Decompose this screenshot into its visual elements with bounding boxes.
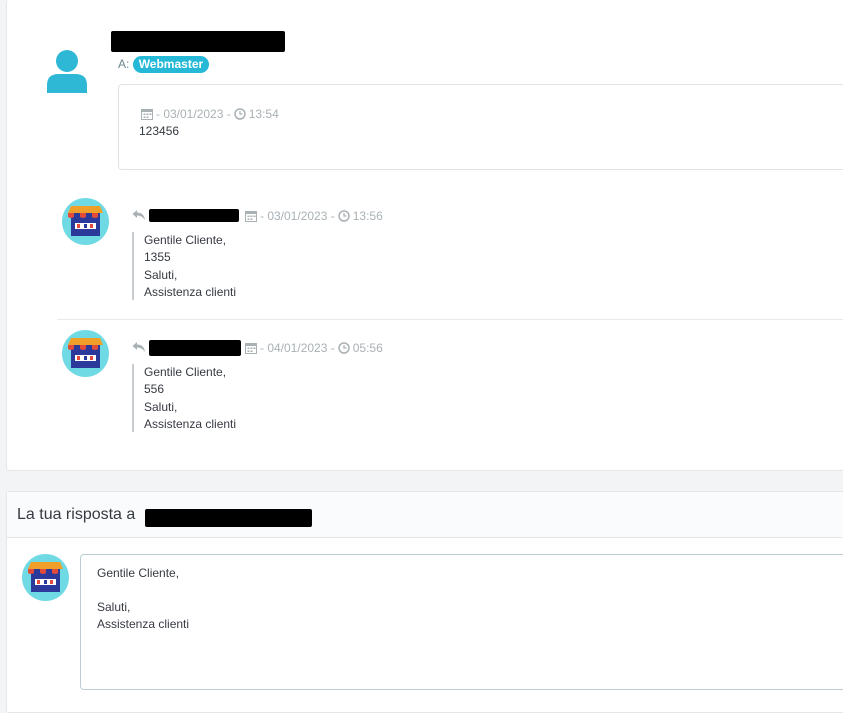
calendar-icon [245,211,257,222]
reply-time: 13:56 [352,209,383,223]
reply-divider [57,319,843,320]
reply-body: Gentile Cliente, 1355 Saluti, Assistenza… [132,232,236,300]
redacted-author-name [149,209,239,222]
message-meta: - 03/01/2023 - 13:54 [141,107,279,121]
reply-line: Assistenza clienti [144,416,237,431]
shop-avatar-icon [62,198,109,245]
shop-avatar-icon [62,330,109,377]
calendar-icon [245,343,257,354]
clock-icon [337,342,350,354]
recipient-line: A: Webmaster [118,56,210,73]
reply-date: - 03/01/2023 - [260,209,335,223]
calendar-icon [141,109,153,120]
reply-date-meta: - 04/01/2023 - 05:56 [245,341,383,355]
reply-meta [132,341,146,353]
reply-line: Gentile Cliente, [144,365,227,379]
reply-form-header: La tua risposta a [7,492,843,538]
reply-icon[interactable] [132,209,146,221]
reply-time: 05:56 [352,341,383,355]
to-prefix: A: [118,57,130,71]
message-thread-panel: A: Webmaster - 03/01/2023 - 13:54 123456 [6,0,843,471]
reply-textarea[interactable]: Gentile Cliente, Saluti, Assistenza clie… [80,554,843,690]
message-body: 123456 [139,124,180,138]
reply-date: - 04/01/2023 - [260,341,335,355]
reply-line: Assistenza clienti [144,284,237,299]
user-icon [47,50,87,93]
textarea-line [97,582,843,599]
reply-form-panel: La tua risposta a Gentile Cliente, Salut… [6,491,843,713]
reply-line: Saluti, [144,399,178,414]
reply-date-meta: - 03/01/2023 - 13:56 [245,209,383,223]
reply-icon[interactable] [132,341,146,353]
textarea-line: Gentile Cliente, [97,566,180,580]
reply-line: Gentile Cliente, [144,233,227,247]
reply-line: Saluti, [144,267,178,282]
reply-form-title: La tua risposta a [17,506,136,523]
reply-line: 1355 [144,250,171,265]
textarea-line: Saluti, [97,600,131,614]
message-time: 13:54 [248,107,279,121]
redacted-author-name [149,340,241,356]
clock-icon [233,108,246,120]
redacted-sender-name [111,31,285,52]
shop-avatar-icon [22,554,69,601]
main-message-box: - 03/01/2023 - 13:54 123456 [118,84,843,170]
reply-line: 556 [144,382,165,397]
reply-meta [132,209,146,221]
redacted-customer-name [145,509,312,527]
message-date: - 03/01/2023 - [156,107,231,121]
reply-body: Gentile Cliente, 556 Saluti, Assistenza … [132,364,236,432]
textarea-line: Assistenza clienti [97,617,190,631]
recipient-badge[interactable]: Webmaster [132,56,210,73]
clock-icon [337,210,350,222]
